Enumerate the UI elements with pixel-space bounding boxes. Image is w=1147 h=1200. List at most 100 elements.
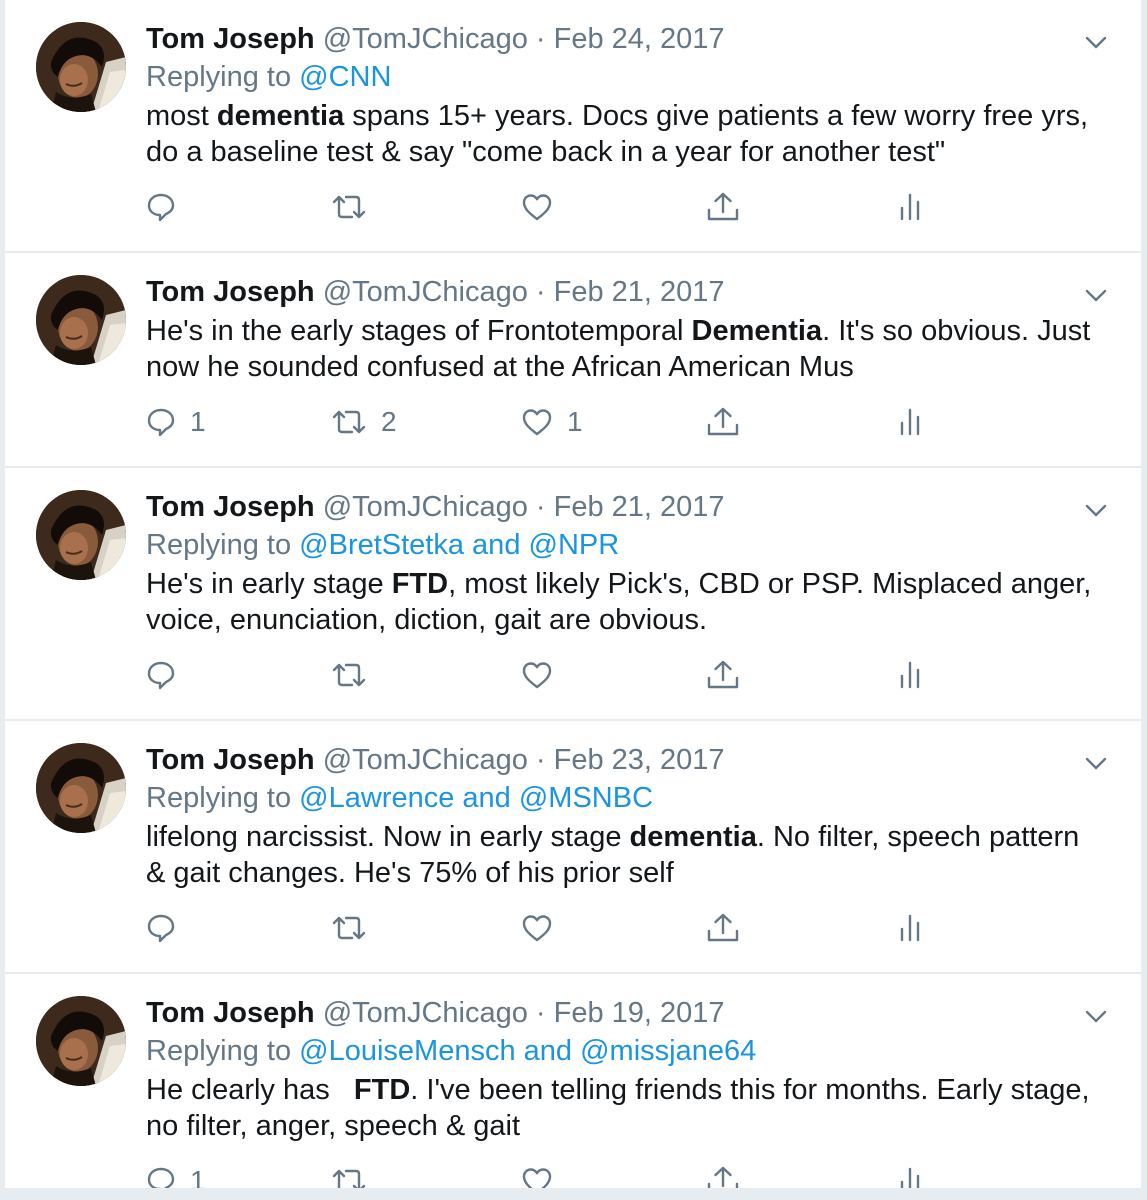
like-button[interactable] (521, 187, 567, 227)
replying-to-label: Replying to (146, 1035, 300, 1067)
tweet-text: He's in the early stages of Frontotempor… (146, 313, 1101, 385)
tweet-header: Tom Joseph @TomJChicago · Feb 24, 2017 (146, 20, 1101, 58)
retweet-arrows-icon (331, 913, 367, 943)
analytics-button[interactable] (898, 187, 922, 227)
reply-button[interactable] (146, 187, 190, 227)
retweet-button[interactable] (331, 187, 381, 227)
author-handle[interactable]: @TomJChicago (323, 997, 528, 1029)
like-button[interactable] (521, 655, 567, 695)
reply-button[interactable]: 1 (146, 402, 206, 442)
author-name[interactable]: Tom Joseph (146, 23, 315, 55)
tweet-text-highlight: dementia (629, 821, 757, 853)
replying-to: Replying to @Lawrence and @MSNBC (146, 779, 1101, 817)
tweet-menu-button[interactable] (1081, 1004, 1111, 1034)
author-name[interactable]: Tom Joseph (146, 744, 315, 776)
replying-to: Replying to @CNN (146, 58, 1101, 96)
tweet-text-before: most (146, 100, 217, 132)
bar-chart-icon (898, 191, 922, 223)
tweet[interactable]: Tom Joseph @TomJChicago · Feb 24, 2017 R… (5, 0, 1141, 253)
author-name[interactable]: Tom Joseph (146, 997, 315, 1029)
tweet-header: Tom Joseph @TomJChicago · Feb 21, 2017 (146, 488, 1101, 526)
retweet-button[interactable] (331, 655, 381, 695)
tweet-date[interactable]: Feb 24, 2017 (554, 23, 725, 55)
tweet-content: Tom Joseph @TomJChicago · Feb 21, 2017 R… (146, 488, 1101, 719)
retweet-button[interactable] (331, 908, 381, 948)
tweet-actions (146, 655, 1101, 719)
author-handle[interactable]: @TomJChicago (323, 491, 528, 523)
avatar[interactable] (36, 275, 126, 365)
like-button[interactable]: 1 (521, 402, 583, 442)
tweet-text-highlight: dementia (216, 100, 345, 132)
tweet-menu-button[interactable] (1081, 283, 1111, 313)
share-button[interactable] (706, 1161, 740, 1188)
analytics-button[interactable] (898, 1161, 922, 1188)
mention-link[interactable]: @missjane64 (580, 1035, 756, 1067)
heart-icon (521, 1166, 553, 1188)
reply-count: 1 (190, 406, 206, 437)
share-button[interactable] (706, 655, 740, 695)
author-handle[interactable]: @TomJChicago (323, 276, 528, 308)
author-name[interactable]: Tom Joseph (146, 276, 315, 308)
tweet-content: Tom Joseph @TomJChicago · Feb 23, 2017 R… (146, 741, 1101, 972)
author-handle[interactable]: @TomJChicago (323, 23, 528, 55)
tweet[interactable]: Tom Joseph @TomJChicago · Feb 23, 2017 R… (5, 721, 1141, 974)
tweet-menu-button[interactable] (1081, 30, 1111, 60)
reply-button[interactable] (146, 908, 190, 948)
analytics-button[interactable] (898, 655, 922, 695)
tweet-text-highlight: FTD (391, 568, 449, 600)
tweet-actions: 1 (146, 1161, 1101, 1188)
retweet-arrows-icon (331, 660, 367, 690)
tweet-text: lifelong narcissist. Now in early stage … (146, 819, 1101, 891)
mention-link[interactable]: @MSNBC (519, 782, 653, 814)
reply-button[interactable] (146, 655, 190, 695)
avatar[interactable] (36, 743, 126, 833)
speech-bubble-icon (146, 660, 176, 690)
analytics-button[interactable] (898, 402, 922, 442)
tweet[interactable]: Tom Joseph @TomJChicago · Feb 21, 2017 R… (5, 468, 1141, 721)
tweet-menu-button[interactable] (1081, 498, 1111, 528)
chevron-down-icon (1085, 1010, 1107, 1029)
separator-dot: · (527, 744, 554, 776)
retweet-button[interactable]: 2 (331, 402, 397, 442)
tweet-content: Tom Joseph @TomJChicago · Feb 24, 2017 R… (146, 20, 1101, 251)
replying-to-label: Replying to (146, 782, 300, 814)
tweet-content: Tom Joseph @TomJChicago · Feb 19, 2017 R… (146, 994, 1101, 1188)
bar-chart-icon (898, 406, 922, 438)
author-name[interactable]: Tom Joseph (146, 491, 315, 523)
heart-icon (521, 660, 553, 690)
tweet-date[interactable]: Feb 23, 2017 (554, 744, 725, 776)
mention-link[interactable]: @LouiseMensch (299, 1035, 515, 1067)
bar-chart-icon (898, 912, 922, 944)
chevron-down-icon (1085, 289, 1107, 308)
mention-link[interactable]: @Lawrence (299, 782, 454, 814)
analytics-button[interactable] (898, 908, 922, 948)
mention-link[interactable]: @NPR (529, 529, 620, 561)
like-button[interactable] (521, 908, 567, 948)
retweet-arrows-icon (331, 1166, 367, 1188)
author-handle[interactable]: @TomJChicago (323, 744, 528, 776)
tweet[interactable]: Tom Joseph @TomJChicago · Feb 21, 2017 H… (5, 253, 1141, 468)
tweet-menu-button[interactable] (1081, 751, 1111, 781)
tweet-actions (146, 908, 1101, 972)
retweet-button[interactable] (331, 1161, 381, 1188)
tweet-date[interactable]: Feb 19, 2017 (554, 997, 725, 1029)
separator-dot: · (527, 23, 554, 55)
tweet-date[interactable]: Feb 21, 2017 (554, 491, 725, 523)
reply-button[interactable]: 1 (146, 1161, 206, 1188)
share-button[interactable] (706, 908, 740, 948)
share-button[interactable] (706, 402, 740, 442)
tweet-text-before: lifelong narcissist. Now in early stage (146, 821, 630, 853)
tweet[interactable]: Tom Joseph @TomJChicago · Feb 19, 2017 R… (5, 974, 1141, 1188)
avatar[interactable] (36, 490, 126, 580)
avatar[interactable] (36, 996, 126, 1086)
share-button[interactable] (706, 187, 740, 227)
like-button[interactable] (521, 1161, 567, 1188)
retweet-arrows-icon (331, 192, 367, 222)
avatar[interactable] (36, 22, 126, 112)
mention-link[interactable]: @CNN (299, 61, 391, 93)
tweet-date[interactable]: Feb 21, 2017 (554, 276, 725, 308)
heart-icon (521, 192, 553, 222)
share-upload-icon (706, 406, 740, 438)
mention-link[interactable]: @BretStetka (299, 529, 464, 561)
share-upload-icon (706, 912, 740, 944)
